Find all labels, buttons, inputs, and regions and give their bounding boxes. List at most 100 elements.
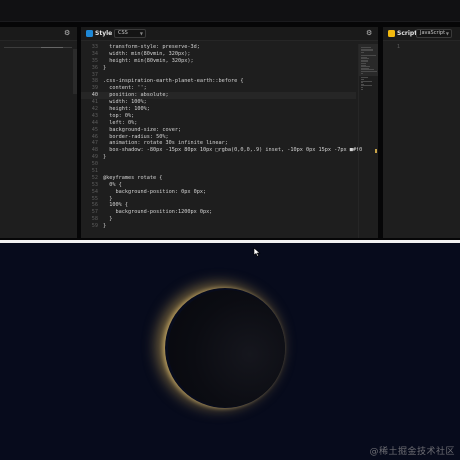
- preview-area: @稀土掘金技术社区: [0, 243, 460, 460]
- code-editor[interactable]: 1: [383, 44, 460, 51]
- line-number: 49: [91, 154, 98, 161]
- minimap[interactable]: [358, 44, 378, 238]
- code-text: width: 100%;: [103, 99, 147, 106]
- code-line[interactable]: 33 transform-style: preserve-3d;: [81, 44, 356, 51]
- code-text: 100% {: [103, 202, 128, 209]
- code-line[interactable]: 1: [383, 44, 460, 51]
- code-editor[interactable]: 33 transform-style: preserve-3d; 34 width…: [81, 44, 362, 230]
- code-text: }: [103, 216, 113, 223]
- css-icon: [86, 30, 93, 37]
- code-text: left: 0%;: [103, 119, 138, 126]
- js-icon: [388, 30, 395, 37]
- language-select[interactable]: JavaScript ▼: [416, 29, 452, 38]
- code-line: [41, 47, 63, 48]
- line-number: 37: [91, 71, 98, 78]
- line-number: 46: [91, 133, 98, 140]
- code-line[interactable]: 45 background-size: cover;: [81, 127, 356, 134]
- code-text: background-position:1200px 0px;: [103, 209, 213, 216]
- html-pane-header: ⚙: [0, 27, 77, 41]
- top-toolbar: [0, 0, 460, 22]
- watermark: @稀土掘金技术社区: [369, 447, 455, 457]
- code-line[interactable]: 52 @keyframes rotate {: [81, 175, 356, 182]
- code-line[interactable]: 59}: [81, 223, 356, 230]
- code-text: position: absolute;: [103, 92, 169, 99]
- code-line[interactable]: 56 100% {: [81, 202, 356, 209]
- code-line[interactable]: 55 }: [81, 196, 356, 203]
- gear-icon[interactable]: ⚙: [64, 29, 70, 38]
- minimap-line: [361, 72, 363, 74]
- code-line[interactable]: 40 position: absolute;: [81, 92, 356, 100]
- line-number: 36: [91, 64, 98, 71]
- line-number: 33: [91, 44, 98, 50]
- code-line[interactable]: 50: [81, 161, 356, 168]
- language-select[interactable]: CSS ▼: [114, 29, 146, 38]
- line-number: 42: [91, 106, 98, 113]
- code-line[interactable]: 38 .css-inspiration-earth-planet-earth::b…: [81, 78, 356, 85]
- line-number: 45: [91, 126, 98, 133]
- code-text: height: 100%;: [103, 106, 150, 113]
- code-text: box-shadow: -80px -15px 80px 10px □rgba(…: [103, 147, 363, 154]
- script-pane-title: Script: [397, 30, 418, 37]
- gear-icon[interactable]: ⚙: [366, 29, 372, 38]
- chevron-down-icon: ▼: [139, 31, 143, 36]
- code-text: top: 0%;: [103, 112, 135, 119]
- line-number: 56: [91, 202, 98, 209]
- code-text: width: min(80vmin, 320px);: [103, 50, 191, 57]
- editor-area: ⚙ Style CSS ▼ ⚙ 33 transform-style: pres…: [0, 22, 460, 240]
- style-pane-title: Style: [95, 30, 113, 37]
- code-line[interactable]: 43 top: 0%;: [81, 113, 356, 120]
- script-pane: Script JavaScript ▼ 1: [383, 27, 460, 238]
- code-line[interactable]: 54 background-position: 0px 0px;: [81, 189, 356, 196]
- code-line[interactable]: 51: [81, 168, 356, 175]
- minimap-line: [361, 71, 377, 72]
- line-number: 44: [91, 119, 98, 126]
- minimap-line: [361, 51, 364, 53]
- code-line[interactable]: 35 height: min(80vmin, 320px);: [81, 58, 356, 65]
- line-number: 1: [396, 44, 400, 50]
- line-number: 38: [91, 78, 98, 85]
- code-text: }: [103, 154, 107, 161]
- line-number: 53: [91, 181, 98, 188]
- code-line[interactable]: 37: [81, 72, 356, 79]
- line-number: 48: [91, 147, 98, 154]
- code-line[interactable]: 47 animation: rotate 30s infinite linear…: [81, 140, 356, 147]
- minimap-line: [361, 88, 363, 90]
- scrollbar[interactable]: [73, 49, 77, 94]
- code-text: }: [103, 195, 113, 202]
- code-text: animation: rotate 30s infinite linear;: [103, 140, 228, 147]
- code-text: transform-style: preserve-3d;: [103, 44, 200, 50]
- language-select-value: JavaScript: [420, 30, 446, 36]
- line-number: 39: [91, 85, 98, 92]
- line-number: 55: [91, 195, 98, 202]
- code-text: @keyframes rotate {: [103, 174, 163, 181]
- mouse-cursor-icon: [253, 247, 261, 257]
- code-line[interactable]: 57 background-position:1200px 0px;: [81, 209, 356, 216]
- line-number: 58: [91, 216, 98, 223]
- line-number: 59: [91, 223, 98, 230]
- line-number: 43: [91, 112, 98, 119]
- code-line[interactable]: 46 border-radius: 50%;: [81, 134, 356, 141]
- line-number: 51: [91, 168, 98, 175]
- code-line[interactable]: 58 }: [81, 216, 356, 223]
- code-text: content: '';: [103, 85, 147, 92]
- code-line[interactable]: 49}: [81, 154, 356, 161]
- code-text: }: [103, 223, 107, 230]
- code-text: background-size: cover;: [103, 126, 182, 133]
- code-line[interactable]: 42 height: 100%;: [81, 106, 356, 113]
- code-line[interactable]: 41 width: 100%;: [81, 99, 356, 106]
- code-line[interactable]: 53 0% {: [81, 182, 356, 189]
- line-number: 41: [91, 99, 98, 106]
- code-line[interactable]: 39 content: '';: [81, 85, 356, 92]
- code-line[interactable]: 48 box-shadow: -80px -15px 80px 10px □rg…: [81, 147, 362, 154]
- code-text: .css-inspiration-earth-planet-earth::bef…: [103, 78, 244, 85]
- line-number: 40: [91, 92, 98, 99]
- line-number: 50: [91, 161, 98, 168]
- code-text: background-position: 0px 0px;: [103, 188, 207, 195]
- code-line[interactable]: 34 width: min(80vmin, 320px);: [81, 51, 356, 58]
- code-line[interactable]: 36}: [81, 65, 356, 72]
- code-text: border-radius: 50%;: [103, 133, 169, 140]
- planet: [168, 290, 285, 407]
- code-text: }: [103, 64, 107, 71]
- style-pane-header: Style CSS ▼ ⚙: [81, 27, 378, 41]
- code-line[interactable]: 44 left: 0%;: [81, 120, 356, 127]
